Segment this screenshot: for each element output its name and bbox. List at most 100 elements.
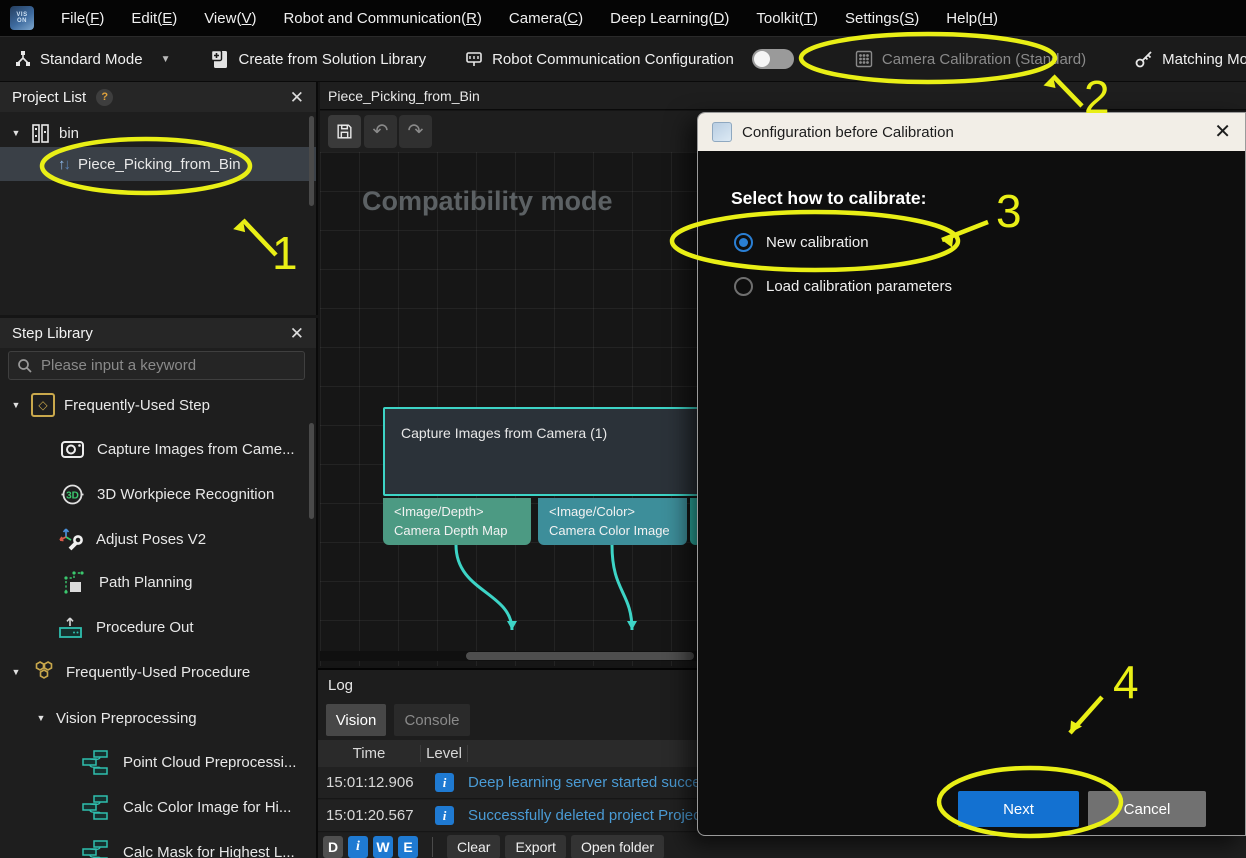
dialog-app-icon bbox=[712, 122, 732, 142]
dialog-close-icon[interactable]: ✕ bbox=[1214, 122, 1231, 142]
port-type-label: <Image/Depth> bbox=[394, 503, 531, 522]
step-label: Path Planning bbox=[99, 574, 192, 591]
step-label: Adjust Poses V2 bbox=[96, 531, 206, 548]
close-project-list-icon[interactable]: ✕ bbox=[290, 89, 304, 106]
solution-name: bin bbox=[59, 125, 79, 142]
configuration-before-calibration-dialog: Configuration before Calibration ✕ Selec… bbox=[697, 112, 1246, 836]
robot-comm-toggle[interactable] bbox=[752, 49, 794, 69]
canvas-tab-bar: Piece_Picking_from_Bin bbox=[320, 82, 1246, 110]
step-point-cloud-preprocessing[interactable]: Point Cloud Preprocessi... bbox=[0, 747, 316, 777]
canvas-tab[interactable]: Piece_Picking_from_Bin bbox=[328, 88, 480, 104]
step-label: Procedure Out bbox=[96, 619, 194, 636]
project-row-selected[interactable]: ↑↓ Piece_Picking_from_Bin bbox=[0, 147, 316, 181]
clear-log-button[interactable]: Clear bbox=[447, 835, 500, 858]
capture-images-node[interactable]: Capture Images from Camera (1) bbox=[383, 407, 699, 496]
radio-selected-icon[interactable] bbox=[734, 233, 753, 252]
option-load-calibration-parameters[interactable]: Load calibration parameters bbox=[734, 277, 952, 296]
tab-console[interactable]: Console bbox=[394, 704, 470, 736]
step-adjust-poses[interactable]: Adjust Poses V2 bbox=[0, 524, 316, 554]
option-label: New calibration bbox=[766, 234, 869, 251]
create-document-icon bbox=[210, 49, 230, 69]
group-label: Frequently-Used Procedure bbox=[66, 664, 250, 681]
group-frequently-used-procedure[interactable]: ▼ Frequently-Used Procedure bbox=[0, 657, 316, 687]
help-icon[interactable]: ? bbox=[96, 89, 113, 106]
filter-warning-button[interactable]: W bbox=[373, 836, 393, 858]
project-scrollbar[interactable] bbox=[309, 116, 314, 206]
compatibility-watermark: Compatibility mode bbox=[362, 186, 613, 217]
project-updown-icon: ↑↓ bbox=[58, 156, 69, 173]
step-search-input[interactable] bbox=[41, 357, 296, 374]
step-calc-color-image[interactable]: Calc Color Image for Hi... bbox=[0, 792, 316, 822]
filter-error-button[interactable]: E bbox=[398, 836, 418, 858]
step-scrollbar[interactable] bbox=[309, 423, 314, 519]
scrollbar-thumb[interactable] bbox=[466, 652, 694, 660]
log-time: 15:01:20.567 bbox=[318, 807, 421, 824]
mech-vision-window: VISON File(F) Edit(E) View(V) Robot and … bbox=[0, 0, 1246, 858]
group-vision-preprocessing[interactable]: ▼ Vision Preprocessing bbox=[0, 703, 316, 733]
menu-toolkit[interactable]: Toolkit(T) bbox=[756, 10, 818, 27]
canvas-horizontal-scrollbar[interactable] bbox=[320, 651, 700, 661]
step-3d-workpiece-recognition[interactable]: 3D 3D Workpiece Recognition bbox=[0, 479, 316, 509]
cancel-button[interactable]: Cancel bbox=[1088, 791, 1206, 827]
matching-model-button[interactable]: Matching Model and bbox=[1134, 49, 1246, 69]
search-icon bbox=[17, 358, 33, 374]
expand-triangle-icon[interactable]: ▼ bbox=[10, 667, 22, 677]
step-procedure-out[interactable]: Procedure Out bbox=[0, 612, 316, 642]
redo-button[interactable]: ↷ bbox=[399, 115, 432, 148]
3d-recognition-icon: 3D bbox=[60, 482, 85, 507]
step-label: Calc Color Image for Hi... bbox=[123, 799, 291, 816]
option-new-calibration[interactable]: New calibration bbox=[734, 233, 869, 252]
filter-debug-button[interactable]: D bbox=[323, 836, 343, 858]
expand-triangle-icon[interactable]: ▼ bbox=[10, 128, 22, 138]
app-logo-icon: VISON bbox=[10, 6, 34, 30]
tab-vision[interactable]: Vision bbox=[326, 704, 386, 736]
log-bottom-bar: D i W E Clear Export Open folder bbox=[318, 833, 1246, 858]
expand-triangle-icon[interactable]: ▼ bbox=[10, 400, 22, 410]
option-label: Load calibration parameters bbox=[766, 278, 952, 295]
create-from-solution-library-button[interactable]: Create from Solution Library bbox=[210, 49, 426, 69]
standard-mode-dropdown[interactable]: Standard Mode ▼ bbox=[14, 50, 170, 68]
column-level[interactable]: Level bbox=[421, 745, 468, 762]
undo-button[interactable]: ↶ bbox=[364, 115, 397, 148]
menu-edit[interactable]: Edit(E) bbox=[131, 10, 177, 27]
step-path-planning[interactable]: Path Planning bbox=[0, 567, 316, 597]
group-frequently-used-step[interactable]: ▼ ◇ Frequently-Used Step bbox=[0, 390, 316, 420]
menu-settings[interactable]: Settings(S) bbox=[845, 10, 919, 27]
robot-communication-config-button[interactable]: Robot Communication Configuration bbox=[464, 49, 794, 69]
procedure-nodes-icon bbox=[82, 794, 109, 821]
procedure-nodes-icon bbox=[82, 749, 109, 776]
adjust-poses-icon bbox=[58, 526, 84, 552]
port-camera-depth-map[interactable]: <Image/Depth> Camera Depth Map bbox=[383, 498, 531, 545]
filter-info-button[interactable]: i bbox=[348, 836, 368, 858]
radio-unselected-icon[interactable] bbox=[734, 277, 753, 296]
procedure-out-icon bbox=[57, 614, 84, 641]
save-button[interactable] bbox=[328, 115, 361, 148]
port-camera-color-image[interactable]: <Image/Color> Camera Color Image bbox=[538, 498, 687, 545]
camera-calibration-button[interactable]: Camera Calibration (Standard) bbox=[854, 49, 1086, 69]
solution-row-bin[interactable]: ▼ bin bbox=[0, 118, 316, 148]
step-search-box[interactable] bbox=[8, 351, 305, 380]
group-label: Frequently-Used Step bbox=[64, 397, 210, 414]
next-button[interactable]: Next bbox=[958, 791, 1079, 827]
menu-deep-learning[interactable]: Deep Learning(D) bbox=[610, 10, 729, 27]
menu-help[interactable]: Help(H) bbox=[946, 10, 998, 27]
step-capture-images[interactable]: Capture Images from Came... bbox=[0, 434, 316, 464]
column-time[interactable]: Time bbox=[318, 745, 421, 762]
open-folder-button[interactable]: Open folder bbox=[571, 835, 664, 858]
menu-robot-communication[interactable]: Robot and Communication(R) bbox=[283, 10, 481, 27]
project-list-panel: Project List ? ✕ ▼ bin ↑↓ Piece_Picking_… bbox=[0, 82, 318, 315]
close-step-library-icon[interactable]: ✕ bbox=[290, 325, 304, 342]
menu-view[interactable]: View(V) bbox=[204, 10, 256, 27]
menu-file[interactable]: File(F) bbox=[61, 10, 104, 27]
solution-grid-icon bbox=[31, 124, 50, 143]
menu-camera[interactable]: Camera(C) bbox=[509, 10, 583, 27]
dialog-title-bar[interactable]: Configuration before Calibration ✕ bbox=[698, 113, 1245, 151]
export-log-button[interactable]: Export bbox=[505, 835, 565, 858]
step-calc-mask[interactable]: Calc Mask for Highest L... bbox=[0, 837, 316, 858]
port-name-label: Camera Depth Map bbox=[394, 522, 531, 541]
chevron-down-icon: ▼ bbox=[161, 54, 171, 65]
filter-separator bbox=[432, 837, 433, 857]
frequently-used-step-icon: ◇ bbox=[31, 393, 55, 417]
info-level-icon: i bbox=[435, 806, 454, 825]
expand-triangle-icon[interactable]: ▼ bbox=[35, 713, 47, 723]
